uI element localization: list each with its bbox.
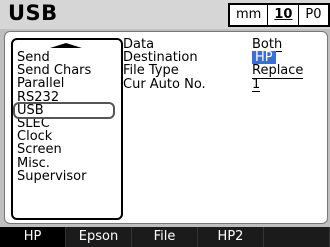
setting-label: Cur Auto No. [123, 76, 206, 92]
channel-indicator: 10 [268, 5, 300, 25]
mode-indicator: P0 [305, 7, 322, 22]
menu-item-usb[interactable]: USB [13, 101, 115, 119]
main-panel: Send Send Chars Parallel RS232 USB SLEC … [4, 31, 328, 224]
scroll-up-icon[interactable] [50, 43, 82, 48]
usb-settings: Data Both Destination HP File Type Repla… [123, 38, 319, 92]
menu-list: Send Send Chars Parallel RS232 USB SLEC … [13, 51, 115, 183]
softkey-file[interactable]: File [132, 227, 198, 247]
softkey-epson[interactable]: Epson [66, 227, 132, 247]
units-indicator: mm [230, 5, 269, 25]
setting-value-cur-auto-no[interactable]: 1 [252, 77, 261, 92]
menu-item-rs232[interactable]: RS232 [17, 90, 113, 103]
status-indicator: mm 10 P0 [228, 3, 330, 27]
header-bar: USB mm 10 P0 [0, 0, 330, 29]
setting-row-file-type: File Type Replace [123, 63, 319, 79]
menu-item-parallel[interactable]: Parallel [17, 77, 113, 90]
softkey-hp2[interactable]: HP2 [198, 227, 264, 247]
menu-item-supervisor[interactable]: Supervisor [17, 169, 113, 182]
setting-label: File Type [123, 63, 179, 79]
softkey-empty[interactable] [264, 227, 330, 247]
softkey-hp[interactable]: HP [0, 227, 66, 247]
setup-menu: Send Send Chars Parallel RS232 USB SLEC … [11, 38, 123, 220]
setting-row-cur-auto-no: Cur Auto No. 1 [123, 76, 319, 92]
menu-item-screen[interactable]: Screen [17, 143, 113, 156]
page-title: USB [8, 1, 58, 25]
softkey-bar: HP Epson File HP2 [0, 227, 330, 247]
menu-item-misc[interactable]: Misc. [17, 156, 113, 169]
